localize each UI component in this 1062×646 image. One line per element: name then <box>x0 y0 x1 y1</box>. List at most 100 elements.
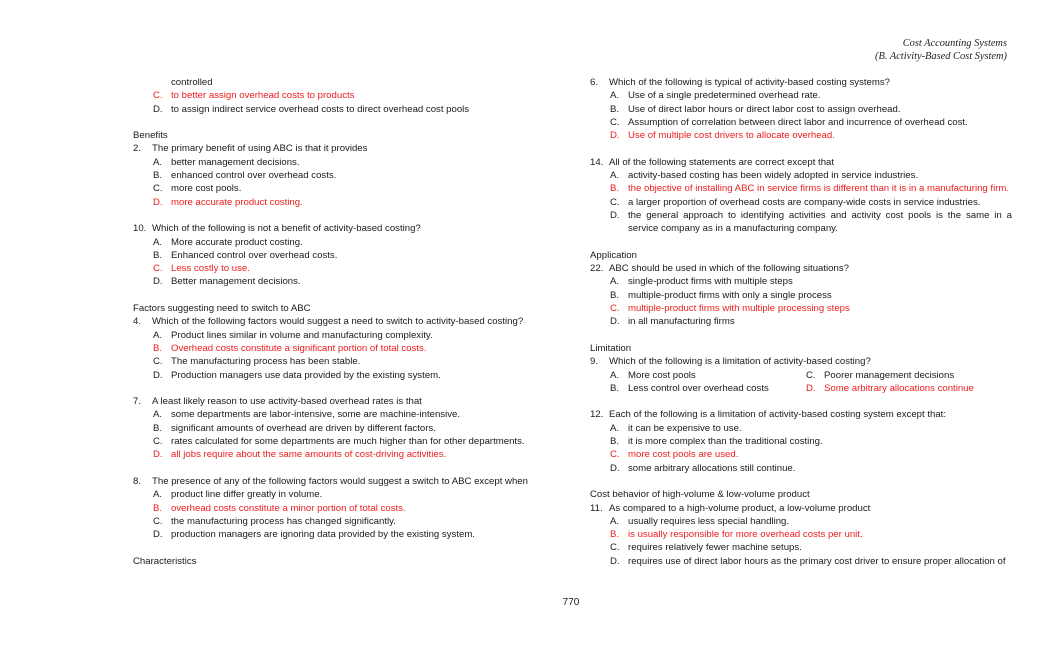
answer-option: A. More cost pools <box>590 369 806 382</box>
option-text: single-product firms with multiple steps <box>628 276 793 288</box>
option-text: it is more complex than the traditional … <box>628 436 823 448</box>
answer-option-correct: B. is usually responsible for more overhe… <box>590 528 1012 541</box>
option-letter: D. <box>153 529 163 541</box>
option-text: Use of multiple cost drivers to allocate… <box>628 130 835 142</box>
answer-option-correct: B. Overhead costs constitute a significan… <box>133 342 543 355</box>
question-number: 12. <box>590 409 604 421</box>
option-text: multiple-product firms with only a singl… <box>628 289 832 301</box>
answer-option: C. more cost pools. <box>133 182 543 195</box>
answer-option: D. some arbitrary allocations still conti… <box>590 462 1012 475</box>
question: 6. Which of the following is typical of … <box>590 76 1012 89</box>
option-letter: D. <box>610 209 620 221</box>
option-letter: A. <box>610 276 620 288</box>
option-text: Less control over overhead costs <box>628 382 769 394</box>
section-heading: Factors suggesting need to switch to ABC <box>133 303 311 315</box>
answer-option-correct: C. more cost pools are used. <box>590 448 1012 461</box>
option-text: some departments are labor-intensive, so… <box>171 409 461 421</box>
answer-option: D. Production managers use data provided … <box>133 369 543 382</box>
answer-option: B. multiple-product firms with only a sin… <box>590 289 1012 302</box>
section-heading: Characteristics <box>133 555 197 567</box>
option-letter: A. <box>610 90 620 102</box>
question: 12. Each of the following is a limitatio… <box>590 408 1012 421</box>
question-number: 7. <box>133 396 142 408</box>
option-letter: B. <box>153 342 163 354</box>
option-letter: C. <box>806 369 816 381</box>
option-letter: B. <box>610 529 620 541</box>
option-letter: C. <box>153 90 163 102</box>
option-text: Use of a single predetermined overhead r… <box>628 90 821 102</box>
option-letter: A. <box>610 422 620 434</box>
question-text: A least likely reason to use activity-ba… <box>152 396 422 408</box>
question: 14. All of the following statements are … <box>590 156 1012 169</box>
option-text: activity-based costing has been widely a… <box>628 170 919 182</box>
option-text: Product lines similar in volume and manu… <box>171 329 433 341</box>
answer-option: C. a larger proportion of overhead costs … <box>590 196 1012 209</box>
option-letter: D. <box>806 382 816 394</box>
option-text: product line differ greatly in volume. <box>171 489 323 501</box>
question-number: 22. <box>590 263 604 275</box>
answer-option: B. Less control over overhead costs <box>590 382 806 395</box>
option-letter: D. <box>153 449 163 461</box>
answer-option: D. in all manufacturing firms <box>590 315 1012 328</box>
answer-option: A. More accurate product costing. <box>133 236 543 249</box>
option-letter: A. <box>153 156 163 168</box>
answer-option-correct: D. more accurate product costing. <box>133 196 543 209</box>
answer-option: B. Use of direct labor hours or direct la… <box>590 103 1012 116</box>
question-text: Which of the following is a limitation o… <box>609 356 871 368</box>
option-text: More cost pools <box>628 369 696 381</box>
options-row: B. Less control over overhead costs D. Som… <box>590 382 1012 395</box>
option-letter: B. <box>153 422 163 434</box>
option-letter: C. <box>153 436 163 448</box>
answer-option-correct: B. overhead costs constitute a minor port… <box>133 502 543 515</box>
option-letter: D. <box>610 462 620 474</box>
answer-option: A. Use of a single predetermined overhead… <box>590 89 1012 102</box>
option-text: more cost pools. <box>171 183 242 195</box>
option-text: Use of direct labor hours or direct labo… <box>628 103 901 115</box>
question: 22. ABC should be used in which of the f… <box>590 262 1012 275</box>
section-heading: Cost behavior of high-volume & low-volum… <box>590 489 810 501</box>
answer-option: D. to assign indirect service overhead c… <box>133 103 543 116</box>
answer-option: C. The manufacturing process has been sta… <box>133 355 543 368</box>
option-letter: D. <box>610 555 620 567</box>
question: 8. The presence of any of the following … <box>133 475 543 488</box>
question: 10. Which of the following is not a bene… <box>133 222 543 235</box>
option-text: More accurate product costing. <box>171 236 303 248</box>
option-text: it can be expensive to use. <box>628 422 742 434</box>
left-column: controlled C. to better assign overhead … <box>133 76 543 568</box>
question-number: 11. <box>590 502 603 514</box>
question: 11. As compared to a high-volume product… <box>590 502 1012 515</box>
option-letter: D. <box>153 369 163 381</box>
question-text: Which of the following factors would sug… <box>152 316 524 328</box>
answer-option: A. some departments are labor-intensive, … <box>133 408 543 421</box>
option-letter: D. <box>610 316 620 328</box>
option-text: Production managers use data provided by… <box>171 369 441 381</box>
option-text: requires use of direct labor hours as th… <box>628 555 1006 567</box>
option-letter: C. <box>153 515 163 527</box>
option-letter: C. <box>610 303 620 315</box>
option-text: Assumption of correlation between direct… <box>628 116 968 128</box>
question-number: 9. <box>590 356 599 368</box>
question-number: 6. <box>590 77 599 88</box>
question-text: All of the following statements are corr… <box>609 156 835 168</box>
option-letter: A. <box>153 489 163 501</box>
question-text: Which of the following is typical of act… <box>609 77 891 88</box>
question-text: The primary benefit of using ABC is that… <box>152 143 368 155</box>
running-header: Cost Accounting Systems (B. Activity-Bas… <box>875 37 1007 63</box>
option-letter: C. <box>610 542 620 554</box>
option-text: the manufacturing process has changed si… <box>171 515 396 527</box>
option-text: requires relatively fewer machine setups… <box>628 542 802 554</box>
answer-option: A. better management decisions. <box>133 156 543 169</box>
option-text: in all manufacturing firms <box>628 316 735 328</box>
option-letter: D. <box>153 196 163 208</box>
option-text: better management decisions. <box>171 156 300 168</box>
option-text: significant amounts of overhead are driv… <box>171 422 436 434</box>
question-number: 14. <box>590 156 604 168</box>
option-text: Some arbitrary allocations continue <box>824 382 974 394</box>
question-number: 8. <box>133 475 142 487</box>
option-text: to assign indirect service overhead cost… <box>171 103 470 115</box>
answer-option: C. to better assign overhead costs to pr… <box>133 89 543 102</box>
option-letter: A. <box>153 409 163 421</box>
answer-option: C. rates calculated for some departments … <box>133 435 543 448</box>
option-text: production managers are ignoring data pr… <box>171 529 475 541</box>
right-column: 6. Which of the following is typical of … <box>590 76 1012 568</box>
